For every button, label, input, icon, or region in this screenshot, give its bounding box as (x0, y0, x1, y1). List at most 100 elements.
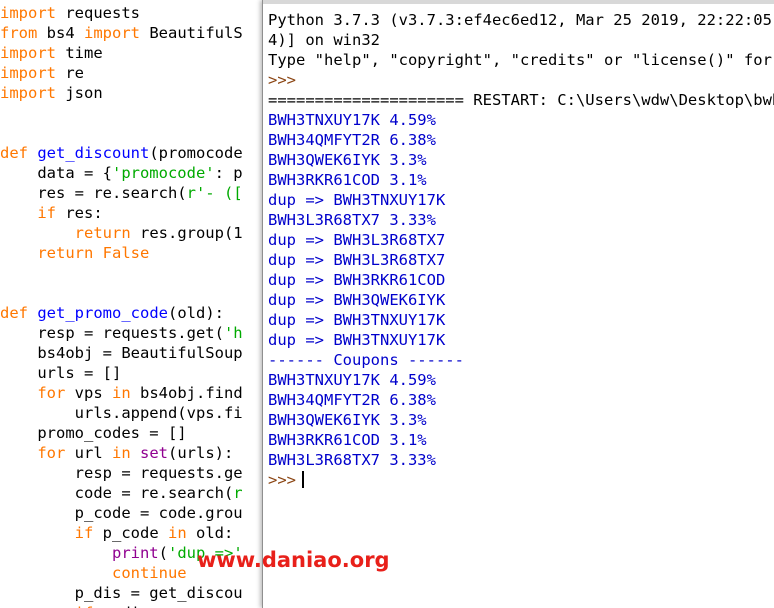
code-line[interactable]: if p_code in old: (0, 523, 234, 543)
shell-prompt: >>> (268, 471, 296, 489)
shell-output-line: 4)] on win32 (268, 31, 380, 49)
code-token: import (0, 64, 56, 82)
code-token: for (37, 444, 66, 462)
code-token: get_discount (37, 144, 150, 162)
watermark: www.daniao.org (197, 548, 390, 572)
text-cursor (302, 471, 304, 488)
code-line[interactable]: p_dis = get_discou (0, 583, 243, 603)
code-token: time (56, 44, 103, 62)
code-editor[interactable]: import requests from bs4 import Beautiful… (0, 0, 262, 608)
code-token: in (112, 444, 131, 462)
code-line[interactable]: res = re.search(r'- ([ (0, 183, 243, 203)
code-token: in (112, 384, 131, 402)
code-line[interactable]: import json (0, 83, 103, 103)
code-line[interactable]: import time (0, 43, 103, 63)
shell-output-line: dup => BWH3QWEK6IYK (268, 291, 446, 309)
code-line[interactable]: code = re.search(r (0, 483, 243, 503)
code-token: r'- ([ (186, 184, 243, 202)
code-line[interactable]: if res: (0, 203, 103, 223)
code-line[interactable]: def get_promo_code(old): (0, 303, 224, 323)
code-line[interactable]: from bs4 import BeautifulS (0, 23, 243, 43)
code-token: urls = [] (0, 364, 122, 382)
code-line[interactable]: promo_codes = [] (0, 423, 186, 443)
code-token: urls.append(vps.fi (0, 404, 243, 422)
shell-output-line: Python 3.7.3 (v3.7.3:ef4ec6ed12, Mar 25 … (268, 11, 774, 29)
code-line[interactable]: def get_discount(promocode (0, 143, 243, 163)
shell-output-line: dup => BWH3TNXUY17K (268, 331, 446, 349)
code-line[interactable]: urls = [] (0, 363, 121, 383)
code-token: continue (111, 564, 187, 582)
code-line[interactable]: if p_dis: (0, 603, 159, 608)
code-token: in (167, 524, 187, 542)
code-token: requests (56, 4, 140, 22)
code-token: return (74, 224, 131, 242)
shell-output-line: dup => BWH3TNXUY17K (268, 191, 446, 209)
code-token: ( (158, 544, 168, 562)
code-token: return (37, 244, 94, 262)
code-token: bs4obj.find (130, 384, 243, 402)
code-token: bs4 (37, 24, 84, 42)
shell-output-line: BWH3TNXUY17K 4.59% (268, 111, 436, 129)
shell-input-line[interactable]: >>> (268, 470, 304, 490)
shell-output-line: BWH3QWEK6IYK 3.3% (268, 411, 427, 429)
code-line[interactable]: import re (0, 63, 84, 83)
shell-output-line: BWH3L3R68TX7 3.33% (268, 211, 436, 229)
code-line[interactable]: return False (0, 243, 149, 263)
code-line[interactable]: import requests (0, 3, 140, 23)
code-token: data = { (0, 164, 112, 182)
shell-output-line: dup => BWH3TNXUY17K (268, 311, 446, 329)
code-token: BeautifulS (140, 24, 243, 42)
code-token: p_dis = get_discou (0, 584, 243, 602)
code-token: def (0, 144, 28, 162)
code-line[interactable]: resp = requests.ge (0, 463, 243, 483)
shell-output-line: dup => BWH3L3R68TX7 (268, 231, 446, 249)
code-token: (promocode (149, 144, 243, 162)
code-token: code = re.search( (0, 484, 234, 502)
code-line[interactable]: for vps in bs4obj.find (0, 383, 243, 403)
code-line[interactable]: return res.group(1 (0, 223, 243, 243)
code-token: from (0, 24, 38, 42)
code-token: res.group(1 (130, 224, 243, 242)
code-token: res: (56, 204, 103, 222)
code-token: set (140, 444, 169, 462)
shell-output-line: BWH3RKR61COD 3.1% (268, 171, 427, 189)
code-token: re (56, 64, 84, 82)
code-token: r (233, 484, 243, 502)
shell-output-line: BWH3RKR61COD 3.1% (268, 431, 427, 449)
code-token: if (75, 604, 94, 608)
code-token: for (37, 384, 66, 402)
code-line[interactable]: urls.append(vps.fi (0, 403, 243, 423)
restart-banner: ===================== RESTART: C:\Users\… (268, 91, 774, 109)
code-line[interactable]: p_code = code.grou (0, 503, 243, 523)
shell-output-line: BWH3TNXUY17K 4.59% (268, 371, 436, 389)
code-line[interactable]: continue (0, 563, 187, 583)
code-token: bs4obj = BeautifulSoup (0, 344, 243, 362)
code-line[interactable]: data = {'promocode': p (0, 163, 243, 183)
code-token: : p (214, 164, 243, 182)
code-token: (old): (168, 304, 224, 322)
code-token: def (0, 304, 28, 322)
shell-window-edge (263, 0, 774, 4)
code-token: p_code = code.grou (0, 504, 243, 522)
code-line[interactable]: resp = requests.get('h (0, 323, 242, 343)
code-line[interactable]: bs4obj = BeautifulSoup (0, 343, 243, 363)
code-token: import (0, 84, 56, 102)
python-shell-window[interactable]: Python 3.7.3 (v3.7.3:ef4ec6ed12, Mar 25 … (262, 0, 774, 608)
code-token: import (0, 4, 56, 22)
code-line[interactable]: for url in set(urls): (0, 443, 233, 463)
shell-output-line: Type "help", "copyright", "credits" or "… (268, 51, 772, 69)
shell-output-line: ------ Coupons ------ (268, 351, 464, 369)
shell-output-line: dup => BWH3RKR61COD (268, 271, 446, 289)
code-token: resp = requests.ge (0, 464, 243, 482)
